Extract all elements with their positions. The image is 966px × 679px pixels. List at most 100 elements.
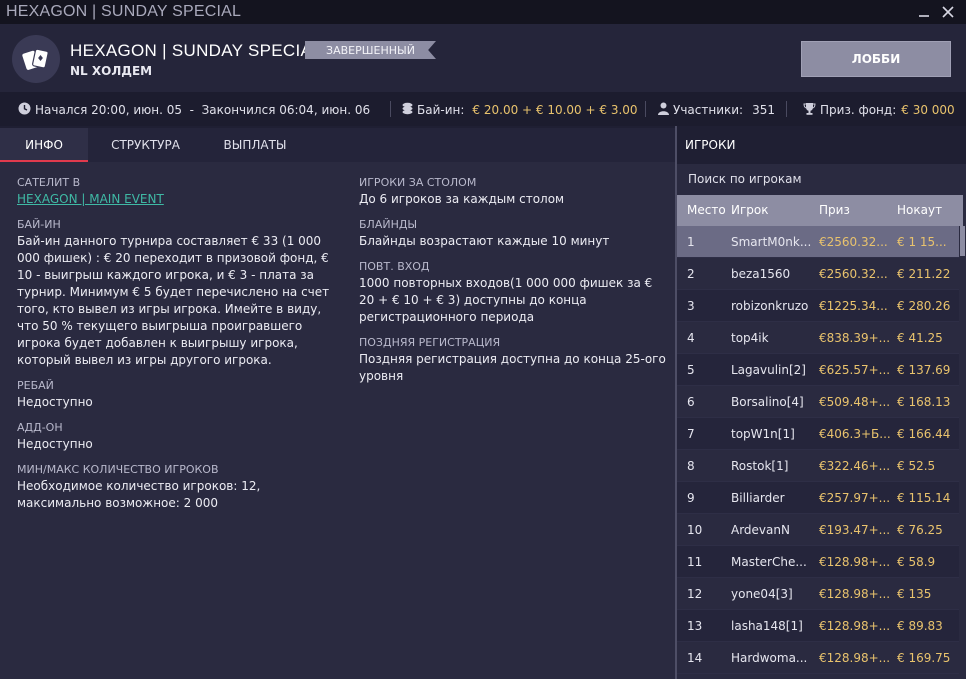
cell-place: 7: [687, 427, 695, 441]
cell-knockout: € 41.25: [897, 331, 943, 345]
cell-prize: €128.98+...: [819, 587, 891, 601]
table-row[interactable]: 10 ArdevanN €193.47+... € 76.25: [677, 514, 959, 546]
cell-knockout: € 76.25: [897, 523, 943, 537]
cell-place: 6: [687, 395, 695, 409]
rebuy-title: РЕБАЙ: [17, 379, 54, 392]
cell-knockout: € 211.22: [897, 267, 951, 281]
col-knockout[interactable]: Нокаут: [897, 195, 959, 226]
reentry-title: ПОВТ. ВХОД: [359, 260, 430, 273]
table-row[interactable]: 9 Billiarder €257.97+... € 115.14: [677, 482, 959, 514]
table-row[interactable]: 11 MasterChe... €128.98+... € 58.9: [677, 546, 959, 578]
cell-player: beza1560: [731, 267, 791, 281]
tab-payouts[interactable]: ВЫПЛАТЫ: [203, 128, 307, 162]
cell-place: 5: [687, 363, 695, 377]
cell-place: 11: [687, 555, 703, 569]
table-row[interactable]: 14 Hardwoma... €128.98+... € 169.75: [677, 642, 959, 674]
table-row[interactable]: 4 top4ik €838.39+... € 41.25: [677, 322, 959, 354]
buyin-label: Бай-ин:: [417, 103, 465, 117]
players-table-body: 1 SmartM0nk... €2560.32... € 1 15... 2 beza15…: [677, 226, 959, 679]
window-titlebar: HEXAGON | SUNDAY SPECIAL: [0, 0, 966, 24]
reentry-body: 1000 повторных входов(1 000 000 фишек за…: [359, 276, 653, 324]
table-row[interactable]: 13 lasha148[1] €128.98+... € 89.83: [677, 610, 959, 642]
cell-prize: €193.47+...: [819, 523, 891, 537]
cell-player: SmartM0nk...: [731, 235, 812, 249]
late-registration-body: Поздняя регистрация доступна до конца 25…: [359, 352, 666, 383]
blinds-title: БЛАЙНДЫ: [359, 218, 418, 231]
divider: [645, 101, 646, 117]
schedule-text: Начался 20:00, июн. 05 - Закончился 06:0…: [35, 103, 371, 117]
trophy-icon: [803, 102, 816, 118]
cell-prize: €838.39+...: [819, 331, 891, 345]
cell-player: top4ik: [731, 331, 769, 345]
cell-knockout: € 280.26: [897, 299, 951, 313]
addon-body: Недоступно: [17, 437, 93, 451]
buyin-section-title: БАЙ-ИН: [17, 218, 61, 231]
col-place[interactable]: Место: [687, 195, 727, 226]
late-registration-title: ПОЗДНЯЯ РЕГИСТРАЦИЯ: [359, 336, 501, 349]
buyin-value: € 20.00 + € 10.00 + € 3.00: [472, 103, 638, 117]
cell-place: 2: [687, 267, 695, 281]
cell-player: ArdevanN: [731, 523, 790, 537]
schedule-info: Начался 20:00, июн. 05 - Закончился 06:0…: [18, 102, 370, 118]
table-row[interactable]: 3 robizonkruzo €1225.34... € 280.26: [677, 290, 959, 322]
info-panel: ИНФО СТРУКТУРА ВЫПЛАТЫ САТЕЛИТ В HEXAGON…: [0, 128, 675, 679]
table-row[interactable]: 7 topW1n[1] €406.3+Б... € 166.44: [677, 418, 959, 450]
tab-structure[interactable]: СТРУКТУРА: [88, 128, 203, 162]
tournament-title: HEXAGON | SUNDAY SPECIAL: [70, 41, 322, 60]
cell-player: Borsalino[4]: [731, 395, 804, 409]
cell-player: Lagavulin[2]: [731, 363, 806, 377]
blinds-body: Блайнды возрастают каждые 10 минут: [359, 234, 610, 248]
lobby-button[interactable]: ЛОББИ: [801, 41, 951, 77]
cell-place: 14: [687, 651, 703, 665]
divider: [786, 101, 787, 117]
close-icon[interactable]: [936, 0, 960, 24]
table-row[interactable]: 5 Lagavulin[2] €625.57+... € 137.69: [677, 354, 959, 386]
user-icon: [658, 102, 669, 118]
players-scrollbar[interactable]: [960, 226, 965, 679]
cell-knockout: € 137.69: [897, 363, 951, 377]
info-column-right: ИГРОКИ ЗА СТОЛОМ До 6 игроков за каждым …: [359, 174, 669, 385]
game-type: NL ХОЛДЕМ: [70, 64, 153, 78]
table-row[interactable]: 6 Borsalino[4] €509.48+... € 168.13: [677, 386, 959, 418]
table-row[interactable]: 1 SmartM0nk... €2560.32... € 1 15...: [677, 226, 959, 258]
cell-player: robizonkruzo: [731, 299, 809, 313]
prizepool-value: € 30 000: [901, 103, 955, 117]
buyin-info: Бай-ин: € 20.00 + € 10.00 + € 3.00: [402, 102, 638, 118]
table-row[interactable]: 12 yone04[3] €128.98+... € 135: [677, 578, 959, 610]
coins-icon: [402, 102, 413, 118]
cell-place: 10: [687, 523, 703, 537]
minmax-players-body: Необходимое количество игроков: 12, макс…: [17, 479, 261, 510]
cell-knockout: € 166.44: [897, 427, 951, 441]
window-title: HEXAGON | SUNDAY SPECIAL: [6, 3, 242, 20]
participants-value: 351: [752, 103, 775, 117]
player-search-input[interactable]: [677, 164, 966, 194]
cell-knockout: € 58.9: [897, 555, 936, 569]
table-row[interactable]: 2 beza1560 €2560.32... € 211.22: [677, 258, 959, 290]
participants-label: Участники:: [673, 103, 744, 117]
tab-info[interactable]: ИНФО: [0, 128, 88, 162]
cell-prize: €1225.34...: [819, 299, 888, 313]
table-row[interactable]: 8 Rostok[1] €322.46+... € 52.5: [677, 450, 959, 482]
cell-prize: €2560.32...: [819, 267, 888, 281]
cell-player: Rostok[1]: [731, 459, 789, 473]
players-per-table-title: ИГРОКИ ЗА СТОЛОМ: [359, 176, 477, 189]
scrollbar-thumb[interactable]: [960, 226, 965, 256]
cell-place: 12: [687, 587, 703, 601]
players-panel: ИГРОКИ Место Игрок Приз Нокаут 1 SmartM0n…: [677, 126, 966, 679]
prizepool-info: Приз. фонд: € 30 000: [803, 102, 955, 118]
cell-knockout: € 89.83: [897, 619, 943, 633]
cell-prize: €509.48+...: [819, 395, 891, 409]
info-column-left: САТЕЛИТ В HEXAGON | MAIN EVENT БАЙ-ИН Ба…: [17, 174, 337, 512]
cell-player: lasha148[1]: [731, 619, 803, 633]
cell-player: Hardwoma...: [731, 651, 808, 665]
col-prize[interactable]: Приз: [819, 195, 893, 226]
col-player[interactable]: Игрок: [731, 195, 817, 226]
satellite-link[interactable]: HEXAGON | MAIN EVENT: [17, 192, 164, 206]
cell-place: 3: [687, 299, 695, 313]
minimize-icon[interactable]: [912, 0, 936, 24]
cell-knockout: € 169.75: [897, 651, 951, 665]
cell-knockout: € 168.13: [897, 395, 951, 409]
minmax-players-title: МИН/МАКС КОЛИЧЕСТВО ИГРОКОВ: [17, 463, 219, 476]
divider: [390, 101, 391, 117]
cell-prize: €128.98+...: [819, 619, 891, 633]
